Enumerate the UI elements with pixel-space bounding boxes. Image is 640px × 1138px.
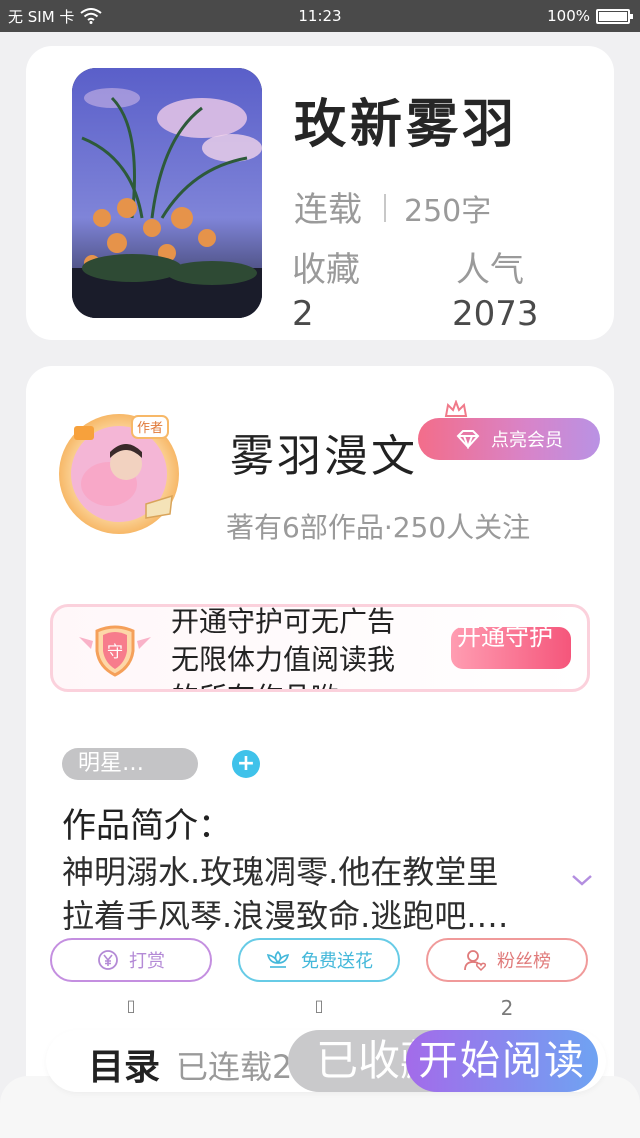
catalog-button[interactable]: 目录 [88, 1038, 160, 1090]
intro-text: 神明溺水.玫瑰凋零.他在教堂里 拉着手风琴.浪漫致命.逃跑吧.… [62, 850, 542, 938]
intro-label: 作品简介： [62, 806, 232, 846]
intro-line-2: 拉着手风琴.浪漫致命.逃跑吧.… [62, 897, 509, 935]
flower-icon [266, 950, 290, 968]
reward-label: 打赏 [129, 951, 165, 972]
cover-art [72, 68, 262, 318]
battery-icon [596, 8, 633, 24]
author-card: 作者 雾羽漫文 点亮会员 著有6部作品·250人关注 守 开通守护可无广告 无限… [26, 366, 614, 1138]
guard-line-2: 无限体力值阅读我 [171, 643, 396, 676]
send-flower-button[interactable]: 免费送花 [238, 938, 400, 982]
send-flower-label: 免费送花 [301, 951, 373, 972]
intro-line-1: 神明溺水.玫瑰凋零.他在教堂里 [62, 853, 499, 891]
book-info-card: 玫新雾羽 连载 250字 收藏 人气 2 2073 [26, 46, 614, 340]
guard-banner[interactable]: 守 开通守护可无广告 无限体力值阅读我 的所有作品哟~ 开通守护 [50, 604, 590, 692]
wifi-icon [80, 8, 103, 24]
chevron-down-icon[interactable] [570, 872, 594, 888]
serial-label: 连载 [294, 190, 362, 230]
fan-ranking-button[interactable]: 粉丝榜 [426, 938, 588, 982]
popularity-value: 2073 [452, 294, 539, 334]
guard-shield-icon: 守 [79, 625, 151, 677]
favorites-value: 2 [292, 294, 314, 334]
carrier-label: 无 SIM 卡 [8, 7, 75, 26]
start-reading-button[interactable]: 开始阅读 [406, 1030, 598, 1092]
author-badge: 作者 [137, 421, 163, 436]
reward-button[interactable]: 打赏 [50, 938, 212, 982]
tag-pill[interactable]: 明星… [62, 748, 198, 780]
popularity-label: 人气 [456, 250, 524, 290]
book-title: 玫新雾羽 [294, 95, 519, 155]
author-name[interactable]: 雾羽漫文 [230, 420, 418, 484]
status-right: 100% [547, 7, 633, 25]
vip-button-label: 点亮会员 [491, 430, 563, 451]
divider [384, 194, 386, 222]
status-bar: 无 SIM 卡 11:23 100% [0, 0, 640, 32]
flower-count: ▯ [314, 996, 324, 1015]
guard-text: 开通守护可无广告 无限体力值阅读我 的所有作品哟~ [171, 605, 417, 689]
serialized-label[interactable]: 已连载2 [176, 1042, 292, 1088]
user-heart-icon [464, 950, 487, 972]
book-cover-image[interactable] [72, 68, 262, 318]
crown-icon [444, 400, 468, 420]
reward-count: ▯ [126, 996, 136, 1015]
author-avatar[interactable]: 作者 [54, 406, 184, 536]
author-meta: 著有6部作品·250人关注 [226, 511, 531, 544]
fan-ranking-label: 粉丝榜 [497, 951, 551, 972]
favorites-label: 收藏 [292, 250, 360, 290]
fan-count: 2 [500, 996, 514, 1020]
diamond-icon [456, 430, 480, 449]
status-left: 无 SIM 卡 [8, 6, 103, 27]
yen-coin-icon [98, 950, 118, 970]
add-tag-button[interactable]: + [232, 750, 260, 778]
guard-line-3: 的所有作品哟~ [171, 679, 417, 689]
battery-percent: 100% [547, 7, 590, 25]
word-count: 250字 [404, 194, 492, 229]
open-guard-button[interactable]: 开通守护 [451, 627, 571, 669]
vip-button[interactable]: 点亮会员 [418, 418, 600, 460]
guard-line-1: 开通守护可无广告 [171, 605, 396, 638]
guard-badge-text: 守 [107, 642, 123, 661]
